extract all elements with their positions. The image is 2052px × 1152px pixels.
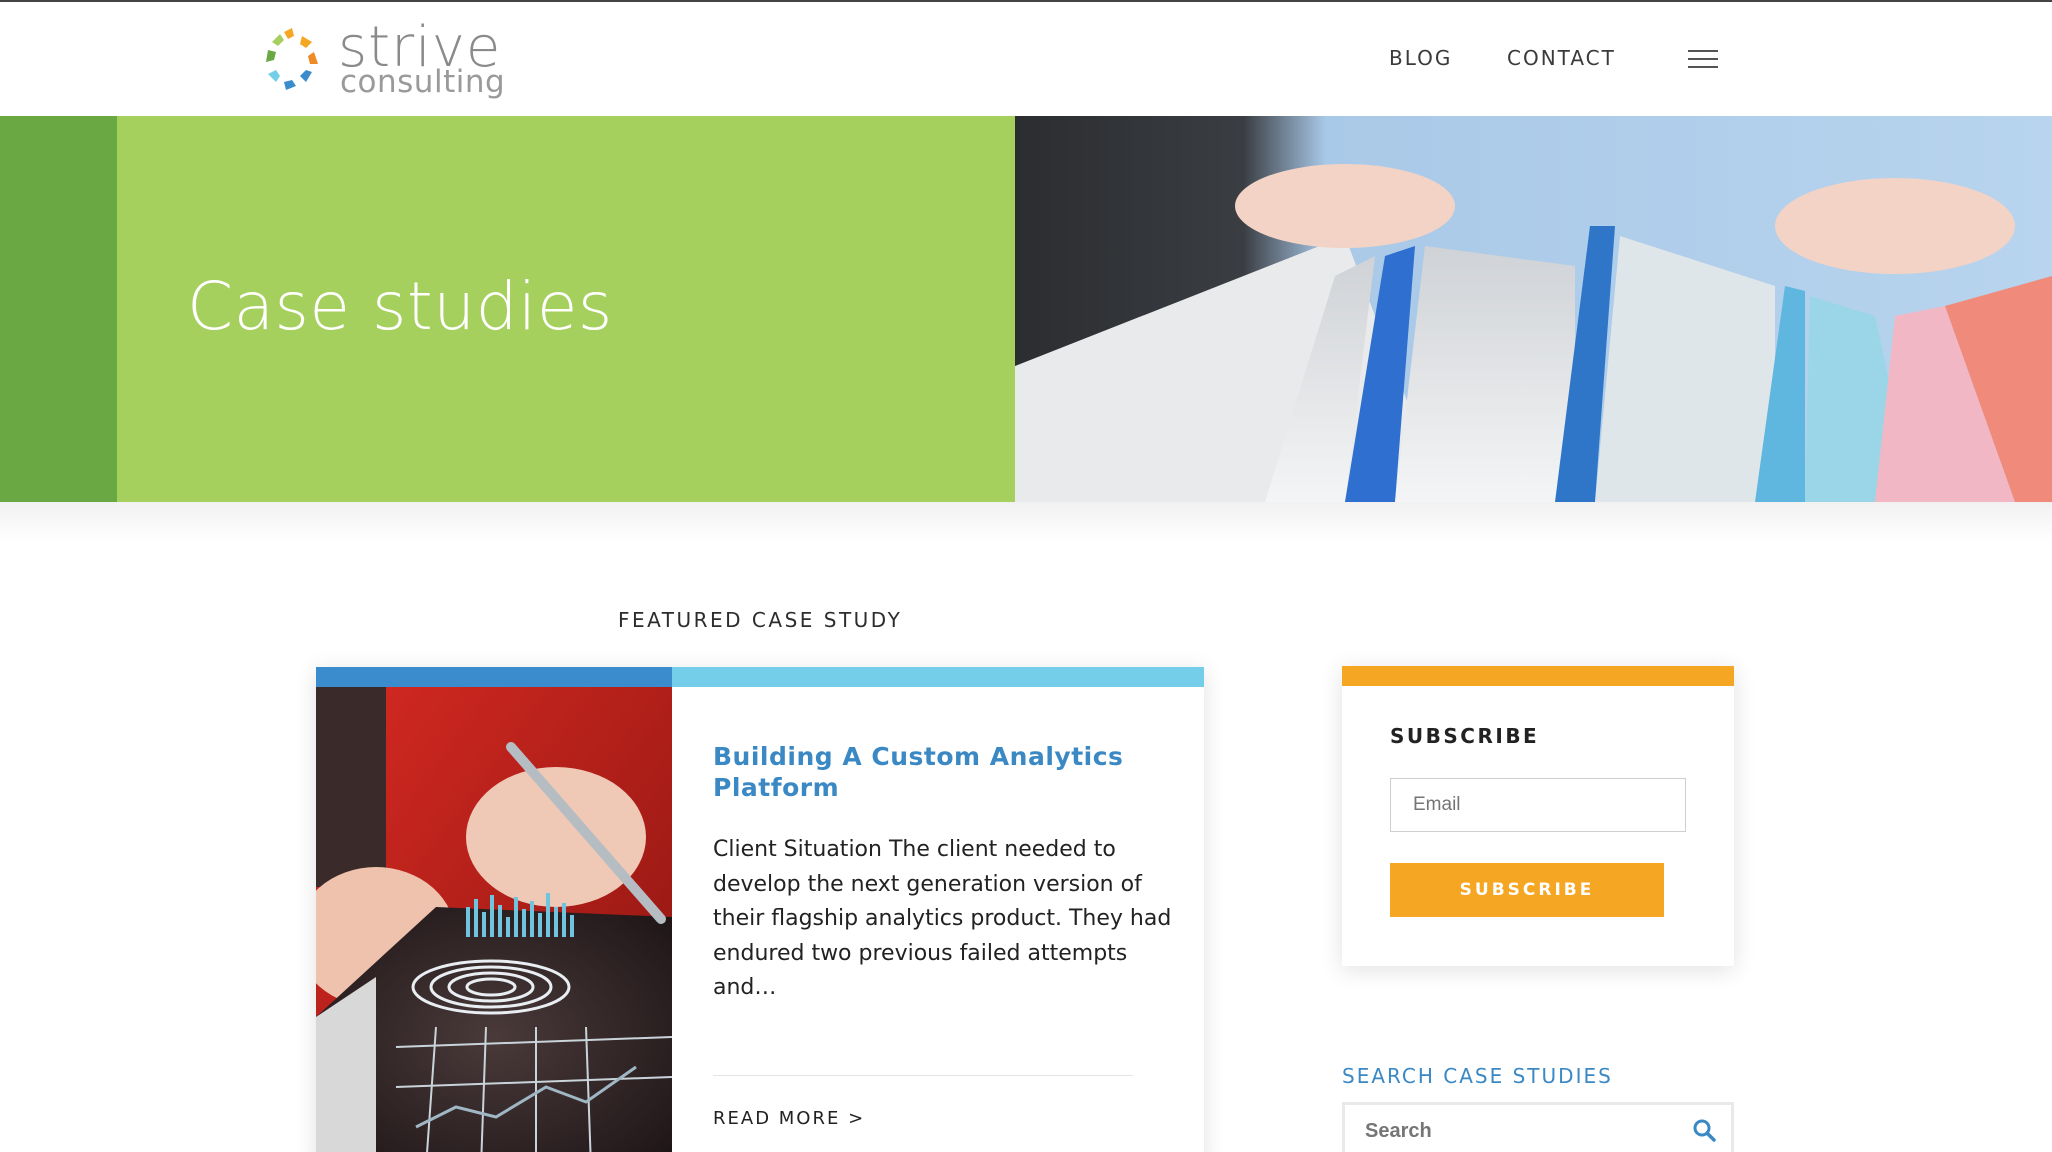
hero-banner: Case studies <box>0 116 2052 502</box>
case-study-excerpt: Client Situation The client needed to de… <box>713 837 1172 1000</box>
nav-contact-link[interactable]: CONTACT <box>1507 46 1616 70</box>
case-study-thumbnail[interactable] <box>316 687 672 1152</box>
hero-title-panel: Case studies <box>117 116 1015 502</box>
subscribe-button[interactable]: SUBSCRIBE <box>1390 863 1664 917</box>
strive-logo-icon <box>266 28 318 90</box>
subscribe-accent-bar <box>1342 666 1734 686</box>
search-input[interactable] <box>1365 1113 1665 1149</box>
hero-accent-strip <box>0 116 117 502</box>
page-title: Case studies <box>187 268 613 345</box>
analytics-tablet-illustration <box>316 687 672 1152</box>
hamburger-menu-icon[interactable] <box>1688 50 1718 70</box>
hero-shadow <box>0 502 2052 542</box>
card-divider <box>713 1075 1133 1076</box>
menu-line <box>1688 50 1718 52</box>
featured-case-study-card: Building A Custom Analytics Platform Cli… <box>316 667 1204 1152</box>
card-accent-bar <box>672 667 1204 687</box>
menu-line <box>1688 66 1718 68</box>
site-header: strive consulting BLOG CONTACT <box>0 2 2052 116</box>
menu-line <box>1688 58 1718 60</box>
case-study-title-link[interactable]: Building A Custom Analytics Platform <box>713 741 1153 803</box>
logo-subtitle: consulting <box>340 64 506 100</box>
hero-binders-photo <box>1015 116 2052 502</box>
binders-illustration <box>1015 116 2052 502</box>
search-icon[interactable] <box>1692 1118 1716 1142</box>
read-more-link[interactable]: READ MORE > <box>713 1108 865 1129</box>
search-box <box>1342 1102 1734 1152</box>
subscribe-widget: SUBSCRIBE SUBSCRIBE <box>1342 666 1734 966</box>
card-accent-bar <box>316 667 672 687</box>
site-logo[interactable]: strive consulting <box>262 18 506 102</box>
search-section-label: SEARCH CASE STUDIES <box>1342 1064 1613 1088</box>
email-field[interactable] <box>1390 778 1686 832</box>
nav-blog-link[interactable]: BLOG <box>1389 46 1452 70</box>
featured-section-label: FEATURED CASE STUDY <box>618 608 903 632</box>
subscribe-heading: SUBSCRIBE <box>1390 724 1540 748</box>
